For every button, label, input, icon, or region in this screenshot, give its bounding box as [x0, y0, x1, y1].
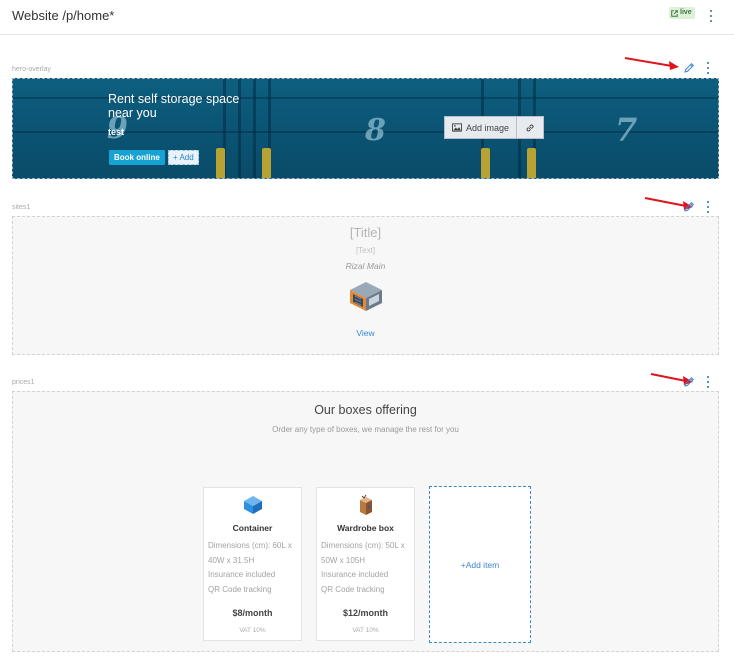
- door-number-7: 7: [615, 111, 638, 149]
- card-vat: VAT 10%: [239, 627, 266, 634]
- sites-section[interactable]: [Title] [Text] Rizal Main View: [12, 216, 719, 355]
- card-tracking: QR Code tracking: [321, 584, 385, 594]
- top-bar: Website /p/home* live: [0, 0, 734, 35]
- card-price: $8/month: [232, 608, 273, 618]
- annotation-arrow: [624, 57, 679, 70]
- card-description: Dimensions (cm): 60L x 40W x 31.5H Insur…: [208, 539, 298, 597]
- wardrobe-box-icon: [360, 494, 372, 515]
- section-label-sites: sites1: [12, 204, 31, 211]
- link-button[interactable]: [517, 116, 545, 139]
- add-button[interactable]: + Add: [168, 150, 199, 165]
- prices-section[interactable]: Our boxes offering Order any type of box…: [12, 391, 719, 652]
- page-menu-button[interactable]: [708, 10, 714, 22]
- book-online-button[interactable]: Book online: [109, 150, 165, 165]
- sites-menu-button[interactable]: [705, 201, 711, 213]
- card-description: Dimensions (cm): 50L x 50W x 105H Insura…: [321, 539, 411, 597]
- card-insurance: Insurance included: [208, 570, 276, 579]
- section-label-hero: hero-overlay: [12, 66, 51, 73]
- door-number-8: 8: [365, 113, 386, 148]
- card-vat: VAT 10%: [352, 627, 379, 634]
- prices-title[interactable]: Our boxes offering: [13, 403, 718, 417]
- edit-hero-button[interactable]: [683, 62, 695, 74]
- sites-text[interactable]: [Text]: [13, 246, 718, 255]
- live-label: live: [680, 9, 692, 16]
- card-insurance: Insurance included: [321, 570, 389, 579]
- view-link[interactable]: View: [13, 328, 718, 338]
- add-image-label: Add image: [466, 122, 510, 133]
- image-icon: [452, 123, 462, 132]
- hero-section[interactable]: 9 8 7 Rent self storage space near you t…: [12, 78, 719, 179]
- section-label-prices: prices1: [12, 379, 35, 386]
- storage-building-icon: [350, 282, 382, 311]
- container-box-icon: [244, 496, 262, 514]
- external-link-icon: [671, 9, 678, 17]
- prices-subtitle[interactable]: Order any type of boxes, we manage the r…: [13, 425, 718, 434]
- price-card-wardrobe[interactable]: Wardrobe box Dimensions (cm): 50L x 50W …: [316, 487, 415, 641]
- edit-sites-button[interactable]: [683, 201, 695, 213]
- card-tracking: QR Code tracking: [208, 584, 272, 594]
- card-name: Wardrobe box: [337, 523, 394, 533]
- card-dimensions: Dimensions (cm): 50L x 50W x 105H: [321, 541, 405, 565]
- hero-title[interactable]: Rent self storage space near you: [108, 92, 258, 120]
- hero-menu-button[interactable]: [705, 62, 711, 74]
- card-price: $12/month: [342, 608, 388, 618]
- price-card-container[interactable]: Container Dimensions (cm): 60L x 40W x 3…: [203, 487, 302, 641]
- edit-prices-button[interactable]: [683, 376, 695, 388]
- image-toolbar: Add image: [444, 116, 545, 139]
- page-title: Website /p/home*: [12, 8, 115, 23]
- add-item-button[interactable]: +Add item: [429, 486, 531, 643]
- link-icon: [526, 124, 534, 131]
- live-badge[interactable]: live: [669, 7, 695, 19]
- sites-title[interactable]: [Title]: [13, 225, 718, 240]
- hero-subtitle[interactable]: test: [108, 127, 124, 137]
- prices-menu-button[interactable]: [705, 376, 711, 388]
- site-location: Rizal Main: [345, 261, 386, 271]
- card-name: Container: [232, 523, 273, 533]
- card-dimensions: Dimensions (cm): 60L x 40W x 31.5H: [208, 541, 292, 565]
- add-image-button[interactable]: Add image: [444, 116, 518, 139]
